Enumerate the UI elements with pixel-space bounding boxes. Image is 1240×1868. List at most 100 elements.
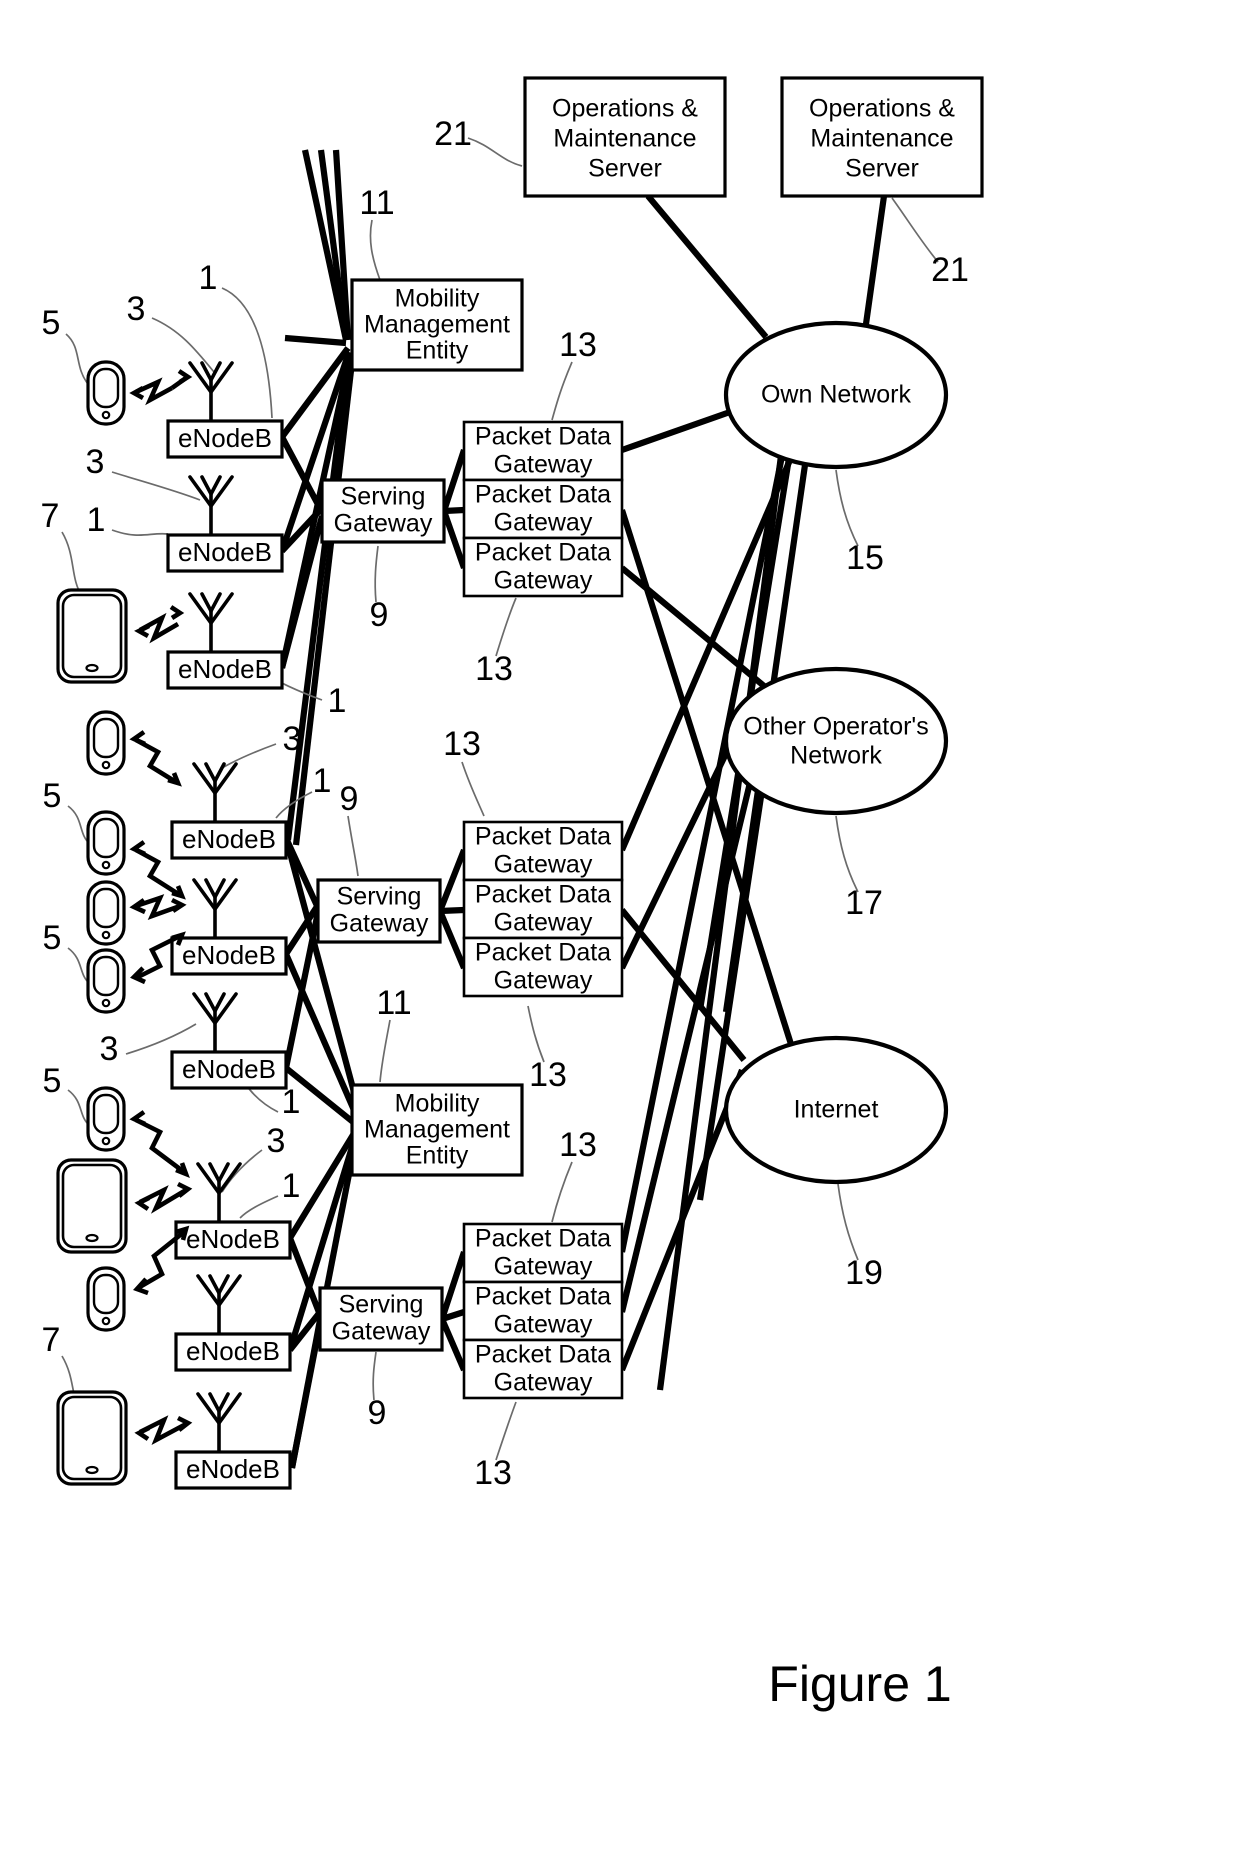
radio-arrow-tip-2: [169, 605, 185, 620]
oam-server-2[interactable]: Operations & Maintenance Server: [780, 76, 984, 198]
packet-data-gateway-group-3: Packet Data Gateway Packet Data Gateway …: [462, 1222, 624, 1400]
mobile-phone-3[interactable]: [86, 810, 126, 876]
pdg-1-3-line2: Gateway: [494, 567, 593, 595]
phone-button-6: [101, 1136, 111, 1146]
internet-label: Internet: [794, 1096, 879, 1124]
link-sgw1-pdg1: [441, 449, 467, 512]
pdg-3-2-line1: Packet Data: [475, 1283, 611, 1311]
packet-data-gateway-2-3[interactable]: Packet Data Gateway: [462, 936, 624, 998]
link-sgw2-pdg1: [437, 848, 467, 913]
pdg-1-1-line1: Packet Data: [475, 423, 611, 451]
network-architecture-diagram: Operations & Maintenance Server Operatio…: [41, 76, 984, 1712]
antenna-inner-8: [208, 1274, 230, 1297]
ref-numeral: 15: [846, 539, 884, 577]
packet-data-gateway-1-1[interactable]: Packet Data Gateway: [462, 420, 624, 482]
phone-screen-3: [92, 817, 120, 859]
leader-3-e: [221, 1149, 263, 1193]
mobility-management-entity-2[interactable]: Mobility Management Entity: [350, 1083, 524, 1177]
pdg-2-3-line2: Gateway: [494, 967, 593, 995]
phone-button-2: [101, 760, 111, 770]
ref-numeral: 13: [559, 1126, 597, 1164]
mobile-phone-5[interactable]: [86, 948, 126, 1014]
enodeb-3-label: eNodeB: [178, 654, 272, 684]
leader-15-a: [835, 469, 859, 547]
enodeb-9-label: eNodeB: [186, 1454, 280, 1484]
enodeb-9[interactable]: eNodeB: [174, 1392, 292, 1490]
link-mme1-left: [284, 334, 347, 347]
leader-7-a: [61, 531, 83, 597]
leader-13-f: [495, 1401, 517, 1461]
enodeb-5[interactable]: eNodeB: [170, 878, 288, 976]
link-sgw3-pdg1: [439, 1251, 467, 1320]
pdg-3-1-line2: Gateway: [494, 1253, 593, 1281]
phone-button-4: [101, 930, 111, 940]
figure-caption: Figure 1: [768, 1656, 951, 1712]
mobile-phone-6[interactable]: [86, 1086, 126, 1152]
own-network[interactable]: Own Network: [723, 320, 949, 470]
mme-1-line2: Management: [364, 311, 510, 339]
oam-server-1[interactable]: Operations & Maintenance Server: [523, 76, 727, 198]
phone-button-3: [101, 860, 111, 870]
ref-numeral: 5: [42, 304, 61, 342]
enodeb-5-label: eNodeB: [182, 940, 276, 970]
serving-gateway-2[interactable]: Serving Gateway: [316, 878, 442, 944]
packet-data-gateway-1-3[interactable]: Packet Data Gateway: [462, 536, 624, 598]
leader-13-e: [551, 1161, 573, 1223]
antenna-inner-2: [200, 475, 222, 498]
other-operators-network[interactable]: Other Operator's Network: [723, 666, 949, 816]
ref-numeral: 1: [328, 682, 347, 720]
antenna-inner-9: [208, 1392, 230, 1415]
enodeb-8-label: eNodeB: [186, 1336, 280, 1366]
packet-data-gateway-3-3[interactable]: Packet Data Gateway: [462, 1338, 624, 1400]
leader-11-b: [379, 1019, 391, 1083]
mobile-phone-2[interactable]: [86, 710, 126, 776]
pdg-2-2-line2: Gateway: [494, 909, 593, 937]
enodeb-7-label: eNodeB: [186, 1224, 280, 1254]
mobile-phone-1[interactable]: [86, 360, 126, 426]
phone-screen-1: [92, 367, 120, 409]
own-network-label: Own Network: [761, 381, 912, 409]
mobile-phone-4[interactable]: [86, 880, 126, 946]
tablet-3[interactable]: [56, 1390, 128, 1486]
pdg-2-2-line1: Packet Data: [475, 881, 611, 909]
antenna-inner-1: [200, 361, 222, 384]
enodeb-2[interactable]: eNodeB: [166, 475, 284, 573]
enodeb-4[interactable]: eNodeB: [170, 762, 288, 860]
mobility-management-entity-1[interactable]: Mobility Management Entity: [350, 278, 524, 372]
leader-13-b: [495, 597, 517, 657]
ref-numeral: 13: [559, 326, 597, 364]
leader-9-a: [374, 545, 379, 603]
mobile-phone-7[interactable]: [86, 1266, 126, 1332]
enodeb-2-label: eNodeB: [178, 537, 272, 567]
leader-21-a: [467, 137, 523, 167]
internet-network[interactable]: Internet: [723, 1035, 949, 1185]
ref-numeral: 21: [931, 251, 969, 289]
enodeb-8[interactable]: eNodeB: [174, 1274, 292, 1372]
packet-data-gateway-2-2[interactable]: Packet Data Gateway: [462, 878, 624, 940]
packet-data-gateway-1-2[interactable]: Packet Data Gateway: [462, 478, 624, 540]
link-sgw1-pdg3: [441, 509, 467, 570]
ref-numeral: 9: [368, 1394, 387, 1432]
ref-numeral: 13: [443, 725, 481, 763]
phone-button-1: [101, 410, 111, 420]
serving-gateway-1[interactable]: Serving Gateway: [320, 478, 446, 544]
enodeb-6[interactable]: eNodeB: [170, 992, 288, 1090]
tablet-2[interactable]: [56, 1158, 128, 1254]
ref-numeral: 5: [43, 919, 62, 957]
serving-gateway-3[interactable]: Serving Gateway: [318, 1286, 444, 1352]
packet-data-gateway-3-1[interactable]: Packet Data Gateway: [462, 1222, 624, 1284]
ref-numeral: 13: [475, 650, 513, 688]
packet-data-gateway-3-2[interactable]: Packet Data Gateway: [462, 1280, 624, 1342]
radio-arrow-tip-10: [176, 1415, 193, 1432]
tablet-1[interactable]: [56, 588, 128, 684]
enodeb-3[interactable]: eNodeB: [166, 592, 284, 690]
packet-data-gateway-2-1[interactable]: Packet Data Gateway: [462, 820, 624, 882]
link-oam2-own-network: [862, 195, 888, 325]
ref-numeral: 7: [42, 1321, 61, 1359]
oam-server-1-line3: Server: [588, 155, 662, 183]
radio-arrow-tip-1b: [129, 385, 145, 401]
pdg-2-1-line2: Gateway: [494, 851, 593, 879]
mme-1-line1: Mobility: [395, 285, 480, 313]
tablet-button-3: [85, 1465, 99, 1475]
pdg-3-3-line2: Gateway: [494, 1369, 593, 1397]
